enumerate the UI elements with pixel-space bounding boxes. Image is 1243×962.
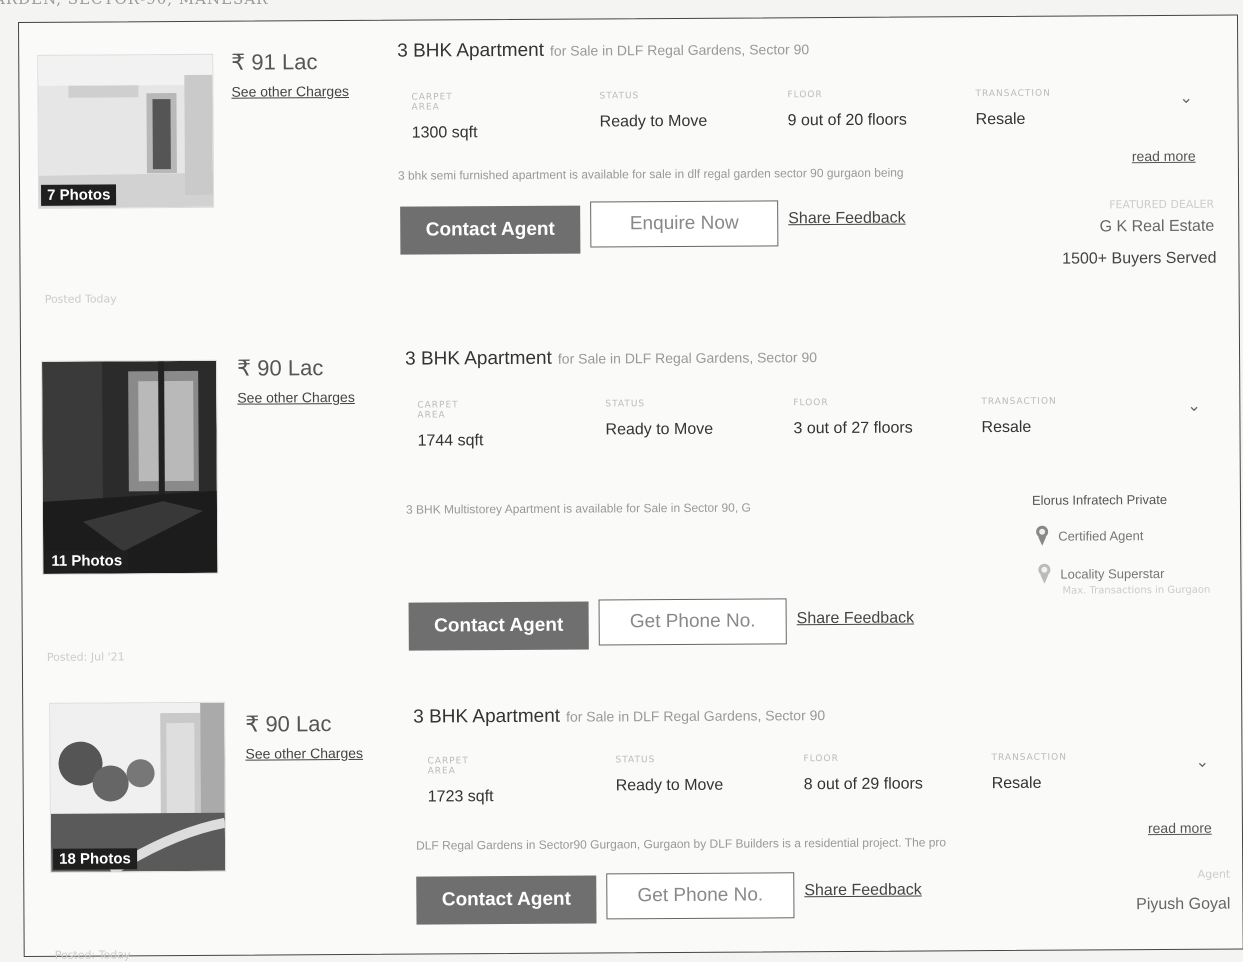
fact-carpet-area: CARPET AREA 1723 sqft: [427, 756, 493, 806]
read-more-link[interactable]: read more: [1132, 148, 1196, 164]
locality-superstar-badge: Locality Superstar: [1036, 562, 1164, 585]
enquire-now-button[interactable]: Enquire Now: [590, 200, 779, 248]
title-main[interactable]: 3 BHK Apartment: [405, 348, 552, 370]
listing-description: 3 BHK Multistorey Apartment is available…: [405, 500, 751, 517]
listing-item-2: 11 Photos ₹ 90 Lac See other Charges 3 B…: [21, 326, 1241, 664]
title-location: for Sale in DLF Regal Gardens, Sector 90: [549, 41, 810, 59]
listing-description: DLF Regal Gardens in Sector90 Gurgaon, G…: [415, 835, 947, 853]
fact-value: Resale: [991, 774, 1042, 793]
fact-status: STATUS Ready to Move: [599, 91, 707, 132]
chevron-down-icon[interactable]: ⌄: [1195, 752, 1209, 771]
badge-note: Max. Transactions in Gurgaon: [1062, 584, 1211, 597]
see-other-charges-link[interactable]: See other Charges: [245, 745, 363, 762]
fact-value: 1723 sqft: [427, 788, 494, 806]
listing-title[interactable]: 3 BHK Apartment for Sale in DLF Regal Gar…: [405, 346, 817, 371]
get-phone-button[interactable]: Get Phone No.: [598, 598, 787, 646]
agent-name[interactable]: Piyush Goyal: [1030, 896, 1230, 915]
fact-label: FLOOR: [803, 753, 839, 765]
award-icon: [1038, 563, 1051, 584]
fact-value: 3 out of 27 floors: [793, 419, 913, 438]
listing-item-3: 18 Photos ₹ 90 Lac See other Charges 3 B…: [23, 676, 1243, 962]
chevron-down-icon[interactable]: ⌄: [1179, 88, 1193, 107]
posted-date: Posted: Today: [54, 948, 131, 962]
photos-count-badge[interactable]: 18 Photos: [53, 848, 137, 870]
contact-agent-button[interactable]: Contact Agent: [416, 875, 597, 925]
certified-agent-badge: Certified Agent: [1034, 524, 1143, 547]
fact-transaction: TRANSACTION Resale: [981, 397, 1057, 437]
listing-photo[interactable]: 7 Photos: [37, 53, 215, 209]
exterior-photo-image: [50, 702, 226, 872]
agent-company-name[interactable]: Elorus Infratech Private: [1032, 492, 1167, 508]
fact-value: 9 out of 20 floors: [787, 111, 907, 130]
fact-transaction: TRANSACTION Resale: [991, 753, 1067, 793]
fact-floor: FLOOR 3 out of 27 floors: [793, 398, 912, 439]
fact-transaction: TRANSACTION Resale: [975, 89, 1051, 129]
listing-title[interactable]: 3 BHK Apartment for Sale in DLF Regal Gar…: [397, 38, 809, 63]
agent-role-label: Agent: [1197, 867, 1231, 881]
price: ₹ 90 Lac: [245, 711, 332, 737]
badge-label: Certified Agent: [1058, 527, 1144, 544]
fact-label: TRANSACTION: [975, 88, 1051, 100]
fact-label: TRANSACTION: [991, 752, 1067, 764]
fact-value: 1744 sqft: [417, 432, 484, 450]
fact-value: Resale: [981, 418, 1032, 437]
read-more-link[interactable]: read more: [1148, 820, 1212, 836]
share-feedback-link[interactable]: Share Feedback: [797, 610, 915, 629]
share-feedback-link[interactable]: Share Feedback: [804, 881, 922, 900]
see-other-charges-link[interactable]: See other Charges: [237, 389, 355, 406]
share-feedback-link[interactable]: Share Feedback: [788, 210, 906, 229]
posted-date: Posted: Jul '21: [46, 650, 125, 664]
listing-photo[interactable]: 18 Photos: [49, 701, 227, 873]
photos-count-badge[interactable]: 11 Photos: [45, 550, 129, 572]
title-location: for Sale in DLF Regal Gardens, Sector 90: [566, 707, 826, 725]
award-icon: [1036, 525, 1049, 546]
fact-label: TRANSACTION: [981, 396, 1057, 408]
fact-value: Ready to Move: [599, 112, 708, 131]
fact-label: STATUS: [599, 91, 640, 102]
listing-item-1: 7 Photos ₹ 91 Lac See other Charges 3 BH…: [19, 16, 1239, 306]
fact-value: Ready to Move: [615, 776, 724, 795]
fact-label: STATUS: [605, 399, 646, 410]
contact-agent-button[interactable]: Contact Agent: [400, 205, 581, 255]
buyers-served: 1500+ Buyers Served: [1062, 249, 1217, 268]
fact-value: Ready to Move: [605, 420, 714, 439]
listing-card-container: 7 Photos ₹ 91 Lac See other Charges 3 BH…: [18, 14, 1243, 962]
get-phone-button[interactable]: Get Phone No.: [606, 872, 795, 920]
fact-value: Resale: [975, 110, 1026, 129]
fact-status: STATUS Ready to Move: [615, 755, 723, 796]
fact-label: CARPET AREA: [417, 400, 459, 421]
fact-label: STATUS: [615, 755, 656, 766]
price: ₹ 91 Lac: [231, 49, 318, 75]
listing-photo[interactable]: 11 Photos: [41, 359, 219, 575]
fact-carpet-area: CARPET AREA 1300 sqft: [411, 92, 477, 142]
agent-role-label: FEATURED DEALER: [1109, 197, 1215, 212]
fact-label: FLOOR: [793, 398, 829, 409]
fact-value: 8 out of 29 floors: [803, 775, 923, 794]
posted-date: Posted Today: [44, 292, 117, 306]
title-main[interactable]: 3 BHK Apartment: [397, 40, 544, 62]
fact-carpet-area: CARPET AREA 1744 sqft: [417, 400, 483, 450]
price: ₹ 90 Lac: [237, 355, 324, 381]
agent-name[interactable]: G K Real Estate: [1014, 218, 1215, 237]
listing-title[interactable]: 3 BHK Apartment for Sale in DLF Regal Gar…: [413, 704, 825, 729]
title-main[interactable]: 3 BHK Apartment: [413, 706, 560, 728]
room-photo-image: [42, 360, 218, 574]
badge-label: Locality Superstar: [1060, 565, 1165, 582]
fact-label: CARPET AREA: [411, 92, 453, 113]
title-location: for Sale in DLF Regal Gardens, Sector 90: [557, 349, 818, 367]
chevron-down-icon[interactable]: ⌄: [1187, 396, 1201, 415]
fact-value: 1300 sqft: [411, 124, 478, 142]
fact-floor: FLOOR 8 out of 29 floors: [803, 753, 922, 794]
fact-label: CARPET AREA: [427, 756, 469, 777]
see-other-charges-link[interactable]: See other Charges: [231, 83, 349, 100]
listing-description: 3 bhk semi furnished apartment is availa…: [397, 165, 904, 183]
photos-count-badge[interactable]: 7 Photos: [40, 184, 117, 206]
fact-label: FLOOR: [787, 90, 823, 101]
page-heading-fragment: ARDEN, SECTOR-90, MANESAR: [0, 0, 268, 8]
fact-status: STATUS Ready to Move: [605, 399, 713, 440]
fact-floor: FLOOR 9 out of 20 floors: [787, 90, 906, 131]
contact-agent-button[interactable]: Contact Agent: [408, 601, 589, 651]
